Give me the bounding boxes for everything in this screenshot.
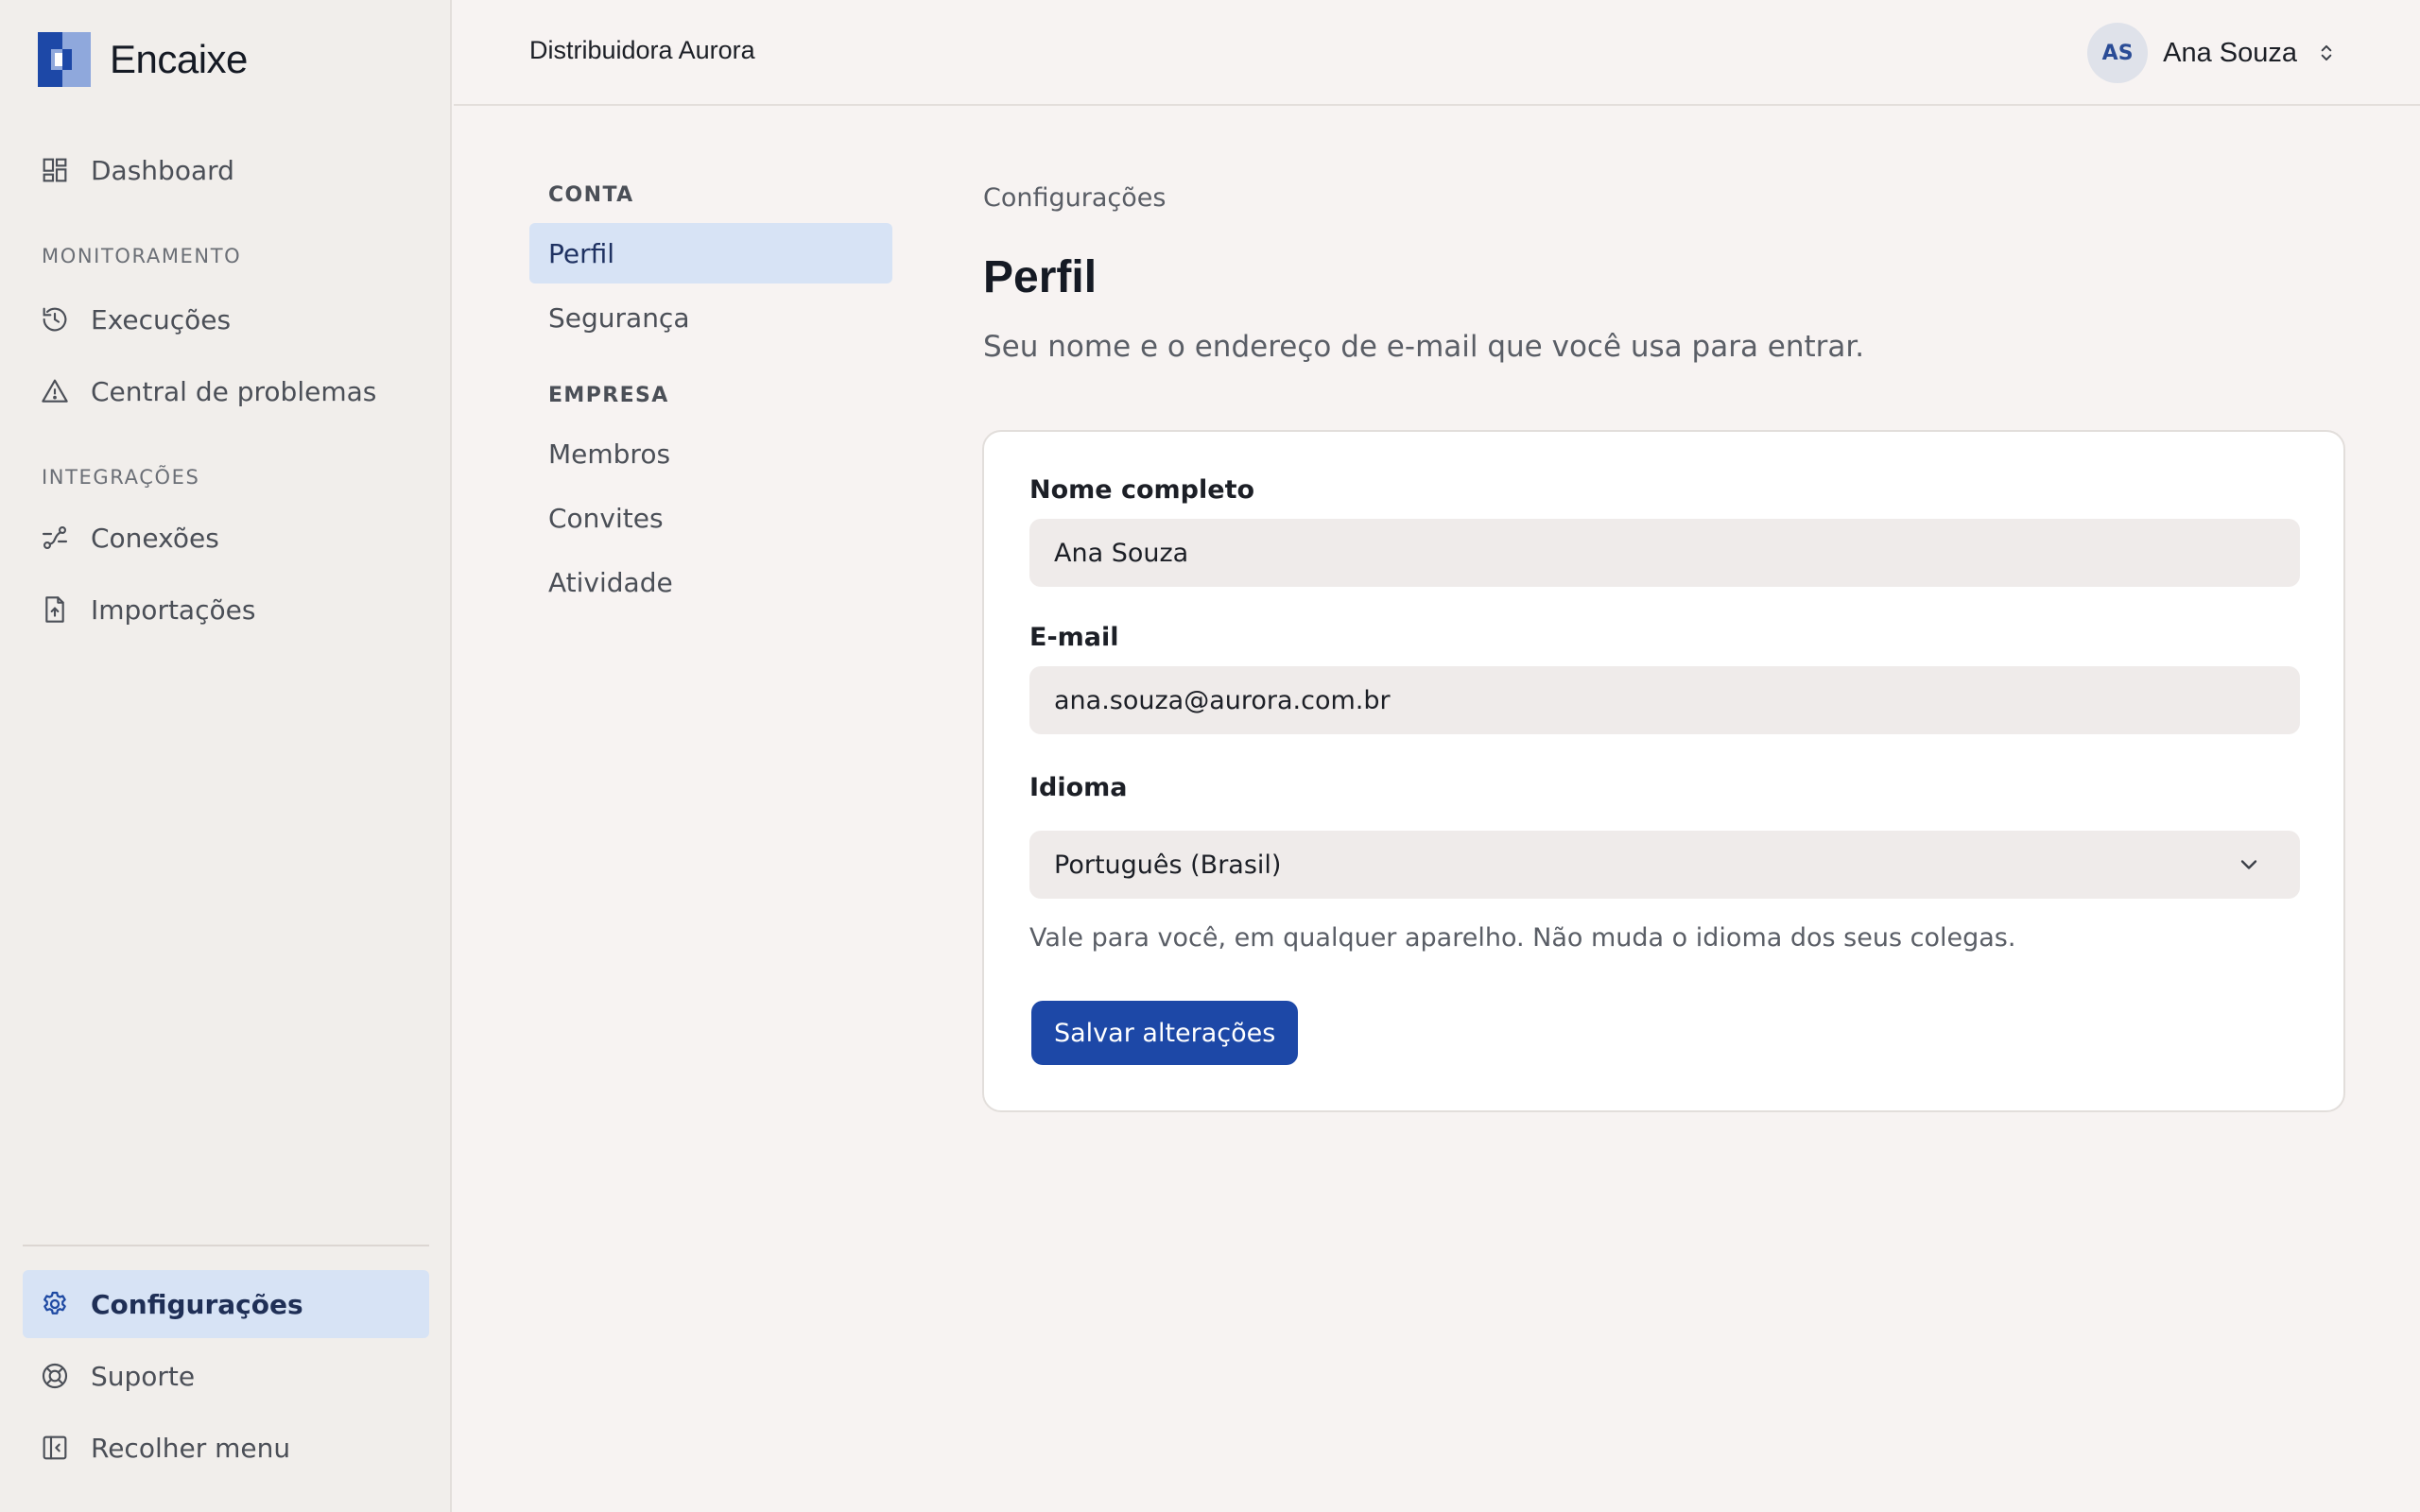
- save-button[interactable]: Salvar alterações: [1031, 1001, 1299, 1065]
- sidebar-item-label: Importações: [91, 593, 256, 626]
- brand-name: Encaixe: [110, 37, 248, 81]
- user-menu[interactable]: AS Ana Souza: [2087, 23, 2339, 83]
- sidebar-item-recolher-menu[interactable]: Recolher menu: [23, 1414, 429, 1482]
- full-name-label: Nome completo: [1029, 475, 1255, 505]
- history-icon: [43, 307, 67, 332]
- dashboard-icon: [43, 158, 67, 182]
- chevron-down-icon: [2240, 860, 2257, 869]
- sidebar-item-importacoes[interactable]: Importações: [23, 576, 429, 644]
- connection-icon: [42, 525, 68, 550]
- gear-icon: [43, 1291, 66, 1314]
- avatar: AS: [2087, 23, 2149, 83]
- sidebar-section-title: INTEGRAÇÕES: [42, 466, 200, 489]
- sidebar-item-suporte[interactable]: Suporte: [23, 1342, 429, 1410]
- topbar: Distribuidora Aurora AS Ana Souza: [454, 0, 2420, 106]
- organization-name: Distribuidora Aurora: [529, 36, 755, 64]
- email-input[interactable]: [1029, 666, 2300, 734]
- file-upload-icon: [45, 596, 64, 623]
- sidebar-item-configuracoes[interactable]: Configurações: [23, 1270, 429, 1338]
- sidebar-item-label: Conexões: [91, 522, 219, 554]
- settings-nav-item-atividade[interactable]: Atividade: [529, 552, 892, 612]
- sidebar-item-conexoes[interactable]: Conexões: [23, 504, 429, 572]
- full-name-input[interactable]: [1029, 519, 2300, 587]
- breadcrumb[interactable]: Configurações: [983, 183, 1166, 213]
- language-select[interactable]: Português (Brasil): [1029, 831, 2300, 899]
- lifebuoy-icon: [42, 1363, 68, 1389]
- language-help-text: Vale para você, em qualquer aparelho. Nã…: [1029, 923, 2016, 953]
- sidebar-item-label: Suporte: [91, 1360, 196, 1392]
- sidebar-divider: [23, 1245, 429, 1246]
- settings-nav-item-membros[interactable]: Membros: [529, 423, 892, 484]
- settings-nav-section-title: EMPRESA: [548, 384, 669, 407]
- sidebar-item-label: Recolher menu: [91, 1432, 291, 1464]
- sidebar-item-label: Central de problemas: [91, 375, 377, 407]
- chevron-up-down-icon: [2321, 44, 2332, 61]
- email-label: E-mail: [1029, 623, 1119, 652]
- sidebar: Encaixe Dashboard MONITORAMENTO Execuçõe…: [0, 0, 452, 1512]
- sidebar-item-dashboard[interactable]: Dashboard: [23, 136, 429, 204]
- profile-form-card: Nome completo E-mail Idioma Português (B…: [982, 430, 2345, 1112]
- page-subtitle: Seu nome e o endereço de e-mail que você…: [983, 330, 1865, 364]
- warning-icon: [42, 379, 68, 403]
- sidebar-item-label: Configurações: [91, 1288, 303, 1320]
- sidebar-section-title: MONITORAMENTO: [42, 245, 242, 267]
- sidebar-item-label: Execuções: [91, 303, 232, 335]
- page-title: Perfil: [983, 252, 1098, 302]
- user-name: Ana Souza: [2163, 37, 2297, 68]
- sidebar-item-central-de-problemas[interactable]: Central de problemas: [23, 357, 429, 425]
- language-selected-value: Português (Brasil): [1054, 850, 1282, 880]
- brand[interactable]: Encaixe: [38, 32, 248, 87]
- encaixe-logo-icon: [38, 32, 91, 87]
- settings-nav-section-title: CONTA: [548, 183, 634, 207]
- settings-nav-item-seguranca[interactable]: Segurança: [529, 287, 892, 348]
- sidebar-item-label: Dashboard: [91, 154, 234, 186]
- settings-nav-item-convites[interactable]: Convites: [529, 488, 892, 548]
- sidebar-item-execucoes[interactable]: Execuções: [23, 285, 429, 353]
- settings-nav-item-perfil[interactable]: Perfil: [529, 223, 892, 284]
- language-label: Idioma: [1029, 773, 1128, 802]
- collapse-sidebar-icon: [43, 1435, 67, 1460]
